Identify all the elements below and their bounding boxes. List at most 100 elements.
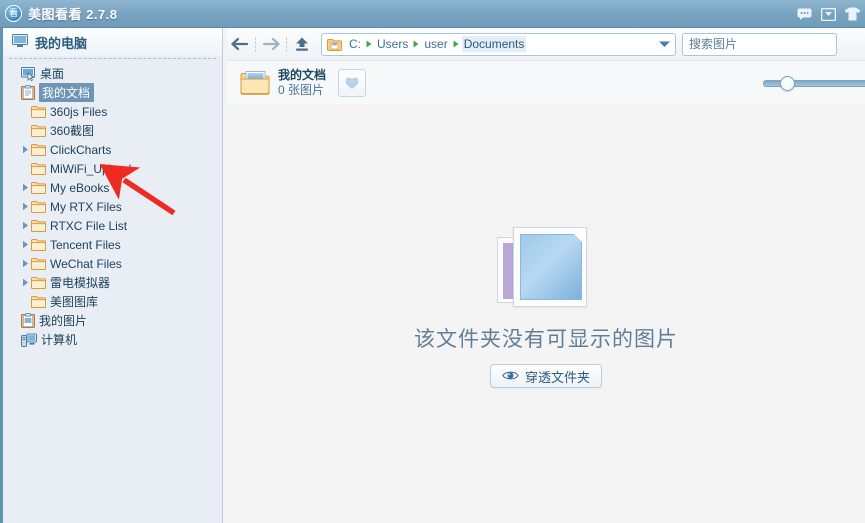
tree-item-label: 雷电模拟器 bbox=[50, 276, 111, 290]
up-button[interactable] bbox=[289, 31, 315, 57]
search-box[interactable] bbox=[682, 32, 837, 56]
zoom-slider-track[interactable] bbox=[763, 79, 865, 87]
tree-item-label: WeChat Files bbox=[50, 256, 122, 271]
toolbar-divider-2 bbox=[286, 36, 287, 52]
tree-item[interactable]: 我的文档 bbox=[3, 83, 222, 102]
tree-item-label: ClickCharts bbox=[50, 142, 112, 157]
folder-header-text: 我的文档 0 张图片 bbox=[278, 68, 326, 98]
tree-item[interactable]: 360js Files bbox=[3, 102, 222, 121]
folder-icon bbox=[31, 143, 46, 156]
breadcrumb-item[interactable]: Users bbox=[375, 36, 410, 52]
sidebar-divider bbox=[9, 58, 216, 59]
sidebar-header-label: 我的电脑 bbox=[35, 35, 88, 51]
pictures-icon bbox=[21, 313, 35, 328]
heart-icon bbox=[345, 77, 359, 89]
breadcrumb-separator-icon bbox=[366, 40, 372, 48]
tree-item[interactable]: Tencent Files bbox=[3, 235, 222, 254]
tree-item-label: 我的文档 bbox=[39, 83, 95, 102]
back-button[interactable] bbox=[227, 31, 253, 57]
chevron-right-icon[interactable] bbox=[19, 239, 31, 251]
folder-title: 我的文档 bbox=[278, 68, 327, 82]
open-folder-icon bbox=[240, 70, 270, 96]
eye-icon bbox=[502, 369, 519, 384]
folder-image-count: 0 张图片 bbox=[278, 83, 325, 97]
folder-icon bbox=[31, 257, 46, 270]
tree-item-label: RTXC File List bbox=[50, 218, 128, 233]
feedback-icon[interactable] bbox=[796, 7, 813, 22]
app-title: 美图看看 2.7.8 bbox=[28, 7, 118, 22]
title-bar: 看 美图看看 2.7.8 bbox=[0, 0, 865, 28]
tree-item[interactable]: 360截图 bbox=[3, 121, 222, 140]
no-images-icon bbox=[491, 223, 601, 311]
folder-icon bbox=[31, 219, 46, 232]
tree-item-label: Tencent Files bbox=[50, 237, 121, 252]
tree-item[interactable]: 我的图片 bbox=[3, 311, 222, 330]
folder-icon bbox=[31, 124, 46, 137]
tree-item-label: 计算机 bbox=[41, 333, 78, 347]
breadcrumb-item[interactable]: Documents bbox=[461, 36, 527, 52]
tree-item[interactable]: 桌面 bbox=[3, 64, 222, 83]
sidebar: 我的电脑 桌面我的文档 360js Files 360截图 ClickCharts Mi… bbox=[0, 28, 223, 523]
breadcrumb-item[interactable]: C: bbox=[347, 36, 363, 52]
tree-item[interactable]: 计算机 bbox=[3, 330, 222, 349]
chevron-down-icon[interactable] bbox=[658, 34, 671, 55]
folder-tree[interactable]: 桌面我的文档 360js Files 360截图 ClickCharts MiWiFi_… bbox=[3, 63, 222, 349]
twisty-placeholder bbox=[9, 334, 21, 346]
tree-item[interactable]: 雷电模拟器 bbox=[3, 273, 222, 292]
zoom-slider-thumb[interactable] bbox=[780, 75, 795, 91]
chevron-right-icon[interactable] bbox=[19, 182, 31, 194]
folder-icon bbox=[31, 181, 46, 194]
forward-button[interactable] bbox=[258, 31, 284, 57]
chevron-right-icon[interactable] bbox=[19, 258, 31, 270]
folder-icon bbox=[31, 162, 46, 175]
folder-header: 我的文档 0 张图片 bbox=[227, 61, 865, 105]
skin-icon[interactable] bbox=[844, 7, 861, 22]
message-icon[interactable] bbox=[820, 7, 837, 22]
favorite-button[interactable] bbox=[338, 69, 367, 97]
tree-item[interactable]: RTXC File List bbox=[3, 216, 222, 235]
tree-item-label: My RTX Files bbox=[50, 199, 122, 214]
tree-item[interactable]: MiWiFi_Upload bbox=[3, 159, 222, 178]
address-bar[interactable]: C: Users user Documents bbox=[321, 32, 676, 56]
app-logo-icon: 看 bbox=[5, 5, 22, 22]
tree-item-label: 360js Files bbox=[50, 104, 108, 119]
twisty-placeholder bbox=[19, 296, 31, 308]
breadcrumb-item[interactable]: user bbox=[422, 36, 449, 52]
breadcrumb[interactable]: C: Users user Documents bbox=[347, 36, 527, 52]
content-area: 该文件夹没有可显示的图片 穿透文件夹 bbox=[227, 105, 865, 523]
chevron-right-icon[interactable] bbox=[19, 220, 31, 232]
tree-item[interactable]: ClickCharts bbox=[3, 140, 222, 159]
twisty-placeholder bbox=[9, 87, 21, 99]
chevron-right-icon[interactable] bbox=[19, 277, 31, 289]
zoom-slider[interactable] bbox=[755, 61, 865, 105]
twisty-placeholder bbox=[19, 125, 31, 137]
app-window: 看 美图看看 2.7.8 我的电脑 桌面 我的文档 360js Files 360截图… bbox=[0, 0, 865, 523]
sidebar-header: 我的电脑 bbox=[3, 28, 222, 56]
navigation-toolbar: C: Users user Documents bbox=[227, 28, 865, 61]
breadcrumb-separator-icon bbox=[453, 40, 459, 48]
computer-icon bbox=[21, 333, 37, 347]
tree-item-label: 我的图片 bbox=[39, 314, 88, 328]
tree-item-label: 360截图 bbox=[50, 124, 95, 138]
through-folder-label: 穿透文件夹 bbox=[524, 369, 590, 385]
folder-icon bbox=[31, 105, 46, 118]
folder-icon bbox=[31, 276, 46, 289]
computer-icon bbox=[12, 33, 28, 51]
search-input[interactable] bbox=[689, 37, 836, 51]
documents-icon bbox=[21, 85, 35, 100]
folder-icon bbox=[31, 238, 46, 251]
tree-item[interactable]: My RTX Files bbox=[3, 197, 222, 216]
tree-item[interactable]: WeChat Files bbox=[3, 254, 222, 273]
toolbar-divider-1 bbox=[255, 36, 256, 52]
tree-item-label: 桌面 bbox=[40, 67, 65, 81]
empty-state: 该文件夹没有可显示的图片 穿透文件夹 bbox=[227, 223, 865, 388]
tree-item[interactable]: 美图图库 bbox=[3, 292, 222, 311]
chevron-right-icon[interactable] bbox=[19, 144, 31, 156]
through-folder-button[interactable]: 穿透文件夹 bbox=[489, 364, 602, 388]
address-folder-icon bbox=[327, 38, 342, 51]
main-panel: C: Users user Documents 我的文档 bbox=[227, 28, 865, 523]
tree-item[interactable]: My eBooks bbox=[3, 178, 222, 197]
twisty-placeholder bbox=[19, 163, 31, 175]
breadcrumb-separator-icon bbox=[413, 40, 419, 48]
chevron-right-icon[interactable] bbox=[19, 201, 31, 213]
